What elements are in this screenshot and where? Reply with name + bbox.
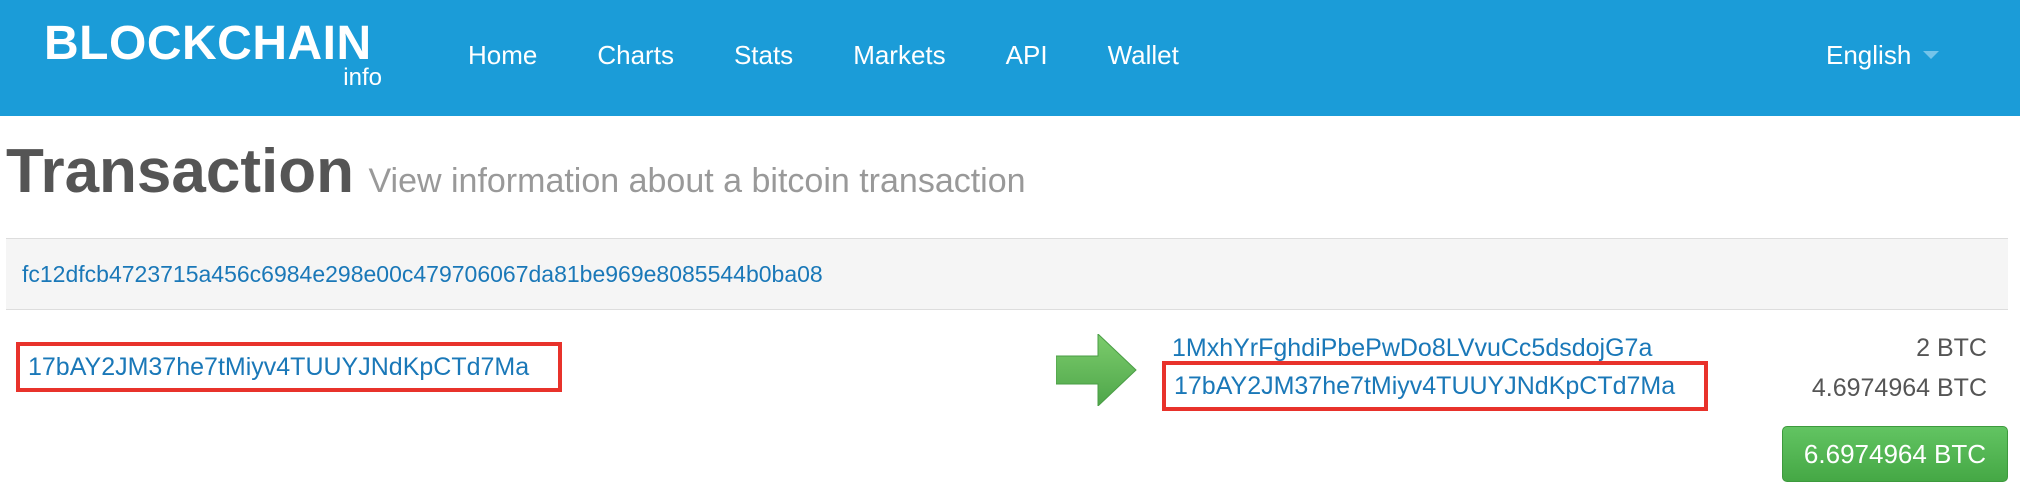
transaction-hash-link[interactable]: fc12dfcb4723715a456c6984e298e00c47970606…	[22, 261, 823, 288]
right-arrow-icon	[1056, 334, 1137, 406]
total-amount-button[interactable]: 6.6974964 BTC	[1782, 426, 2008, 482]
output-amount: 4.6974964 BTC	[1811, 374, 1987, 402]
nav-item-stats[interactable]: Stats	[734, 40, 793, 76]
page-title: Transaction	[6, 137, 354, 206]
logo-subtext: info	[343, 64, 382, 91]
logo-text: BLOCKCHAIN	[44, 17, 372, 70]
input-address-link[interactable]: 17bAY2JM37he7tMiyv4TUUYJNdKpCTd7Ma	[28, 353, 529, 382]
nav-item-markets[interactable]: Markets	[853, 40, 945, 76]
top-navbar: BLOCKCHAIN info Home Charts Stats Market…	[0, 0, 2020, 116]
nav-item-wallet[interactable]: Wallet	[1108, 40, 1179, 76]
blockchain-logo[interactable]: BLOCKCHAIN info	[44, 17, 384, 92]
nav-menu: Home Charts Stats Markets API Wallet	[468, 0, 1239, 116]
language-label: English	[1826, 39, 1912, 70]
output-address-link[interactable]: 17bAY2JM37he7tMiyv4TUUYJNdKpCTd7Ma	[1174, 372, 1675, 401]
nav-item-charts[interactable]: Charts	[597, 40, 674, 76]
input-address-highlight: 17bAY2JM37he7tMiyv4TUUYJNdKpCTd7Ma	[16, 342, 562, 392]
transaction-hash-bar: fc12dfcb4723715a456c6984e298e00c47970606…	[6, 238, 2008, 310]
page-heading: Transaction View information about a bit…	[6, 136, 1026, 207]
output-amount: 2 BTC	[1916, 334, 1987, 362]
output-address-highlight: 17bAY2JM37he7tMiyv4TUUYJNdKpCTd7Ma	[1162, 361, 1708, 411]
chevron-down-icon	[1923, 51, 1940, 59]
nav-item-api[interactable]: API	[1006, 40, 1048, 76]
page-subtitle: View information about a bitcoin transac…	[368, 162, 1026, 200]
nav-item-home[interactable]: Home	[468, 40, 537, 76]
output-address-link[interactable]: 1MxhYrFghdiPbePwDo8LVvuCc5dsdojG7a	[1172, 334, 1652, 363]
language-dropdown[interactable]: English	[1826, 0, 1940, 116]
